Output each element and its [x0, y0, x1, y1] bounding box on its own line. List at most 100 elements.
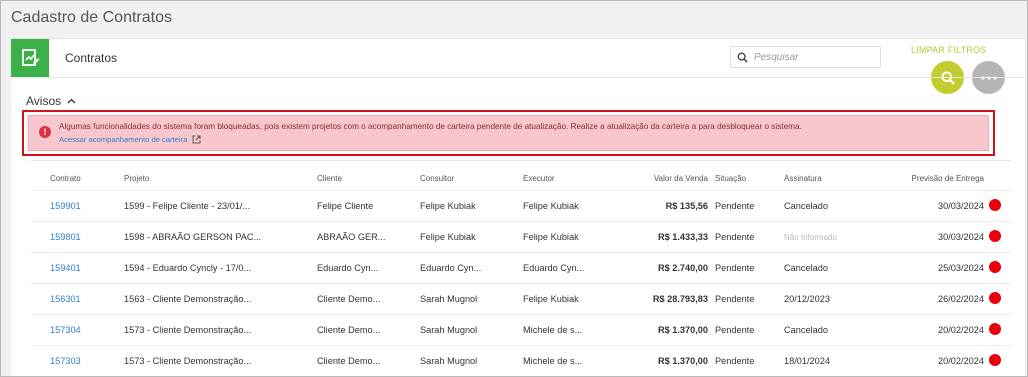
app-window: Cadastro de Contratos Contratos LIMPAR F… — [0, 0, 1028, 377]
row-divider — [31, 190, 1011, 191]
client-cell: Cliente Demo... — [317, 356, 381, 366]
consultant-cell: Sarah Mugnol — [420, 294, 478, 304]
executor-cell: Felipe Kubiak — [523, 232, 579, 242]
delivery-date-cell: 20/02/2024 — [938, 356, 984, 366]
alert-box: ! Algumas funcionalidades do sistema for… — [28, 115, 989, 151]
contract-link[interactable]: 159901 — [50, 201, 81, 211]
status-indicator — [989, 292, 1001, 304]
status-cell: Pendente — [715, 356, 755, 366]
executor-cell: Michele de s... — [523, 356, 583, 366]
project-cell: 1573 - Cliente Demonstração... — [124, 325, 252, 335]
signature-cell: 18/01/2024 — [784, 356, 830, 366]
table-row[interactable]: 157303 1573 - Cliente Demonstração... Cl… — [11, 345, 1025, 376]
col-executor[interactable]: Executor — [523, 174, 555, 183]
executor-cell: Felipe Kubiak — [523, 201, 579, 211]
contract-link[interactable]: 159401 — [50, 263, 81, 273]
executor-cell: Eduardo Cyn... — [523, 263, 585, 273]
alerts-title: Avisos — [26, 94, 62, 108]
consultant-cell: Felipe Kubiak — [420, 201, 476, 211]
value-cell: R$ 1.370,00 — [657, 356, 708, 366]
project-cell: 1573 - Cliente Demonstração... — [124, 356, 252, 366]
value-cell: R$ 28.793,83 — [652, 294, 708, 304]
col-cliente[interactable]: Cliente — [317, 174, 342, 183]
signature-cell: Cancelado — [784, 325, 828, 335]
row-divider — [31, 314, 1011, 315]
alert-link[interactable]: Acessar acompanhamento de carteira — [59, 135, 201, 144]
alert-message: Algumas funcionalidades do sistema foram… — [59, 122, 802, 131]
executor-cell: Michele de s... — [523, 325, 583, 335]
signature-cell: Não Informado — [784, 233, 837, 242]
status-cell: Pendente — [715, 294, 755, 304]
status-cell: Pendente — [715, 201, 755, 211]
alerts-toggle[interactable]: Avisos — [26, 94, 76, 108]
col-assinatura[interactable]: Assinatura — [784, 174, 822, 183]
project-cell: 1599 - Felipe Cliente - 23/01/... — [124, 201, 251, 211]
delivery-date-cell: 26/02/2024 — [938, 294, 984, 304]
alert-icon: ! — [39, 126, 51, 138]
status-cell: Pendente — [715, 325, 755, 335]
col-previsao[interactable]: Previsão de Entrega — [904, 174, 985, 183]
delivery-date-cell: 25/03/2024 — [938, 263, 984, 273]
value-cell: R$ 1.433,33 — [657, 232, 708, 242]
table-divider — [31, 160, 1011, 161]
alert-link-label: Acessar acompanhamento de carteira — [59, 135, 188, 144]
table-row[interactable]: 159401 1594 - Eduardo Cyncly - 17/0... E… — [11, 252, 1025, 283]
col-situacao[interactable]: Situação — [715, 174, 746, 183]
row-divider — [31, 221, 1011, 222]
header-divider — [11, 77, 1025, 78]
col-consultor[interactable]: Consultor — [420, 174, 454, 183]
delivery-date-cell: 20/02/2024 — [938, 325, 984, 335]
contract-link[interactable]: 156301 — [50, 294, 81, 304]
status-indicator — [989, 323, 1001, 335]
col-projeto[interactable]: Projeto — [124, 174, 149, 183]
value-cell: R$ 135,56 — [665, 201, 708, 211]
signature-cell: Cancelado — [784, 263, 828, 273]
page-title: Cadastro de Contratos — [11, 9, 172, 26]
col-contrato[interactable]: Contrato — [50, 174, 81, 183]
consultant-cell: Sarah Mugnol — [420, 356, 478, 366]
table-row[interactable]: 157304 1573 - Cliente Demonstração... Cl… — [11, 314, 1025, 345]
contract-link[interactable]: 159801 — [50, 232, 81, 242]
consultant-cell: Sarah Mugnol — [420, 325, 478, 335]
chevron-up-icon — [67, 98, 76, 104]
delivery-date-cell: 30/03/2024 — [938, 232, 984, 242]
table-row[interactable]: 159901 1599 - Felipe Cliente - 23/01/...… — [11, 190, 1025, 221]
project-cell: 1594 - Eduardo Cyncly - 17/0... — [124, 263, 252, 273]
status-cell: Pendente — [715, 232, 755, 242]
col-valor[interactable]: Valor da Venda — [638, 174, 708, 183]
contract-edit-icon[interactable] — [11, 39, 49, 77]
client-cell: Felipe Cliente — [317, 201, 374, 211]
clear-filters-link[interactable]: LIMPAR FILTROS — [911, 45, 986, 55]
consultant-cell: Felipe Kubiak — [420, 232, 476, 242]
signature-cell: 20/12/2023 — [784, 294, 830, 304]
contract-link[interactable]: 157304 — [50, 325, 81, 335]
value-cell: R$ 2.740,00 — [657, 263, 708, 273]
client-cell: Cliente Demo... — [317, 294, 381, 304]
search-box[interactable] — [730, 46, 881, 68]
value-cell: R$ 1.370,00 — [657, 325, 708, 335]
row-divider — [31, 345, 1011, 346]
status-indicator — [989, 261, 1001, 273]
consultant-cell: Eduardo Cyn... — [420, 263, 482, 273]
search-input[interactable] — [754, 51, 874, 63]
alert-highlight: ! Algumas funcionalidades do sistema for… — [22, 110, 995, 156]
signature-cell: Cancelado — [784, 201, 828, 211]
client-cell: Eduardo Cyn... — [317, 263, 379, 273]
row-divider — [31, 252, 1011, 253]
module-title: Contratos — [65, 51, 118, 65]
executor-cell: Felipe Kubiak — [523, 294, 579, 304]
table-row[interactable]: 156301 1563 - Cliente Demonstração... Cl… — [11, 283, 1025, 314]
delivery-date-cell: 30/03/2024 — [938, 201, 984, 211]
client-cell: ABRAÃO GER... — [317, 232, 386, 242]
external-link-icon — [192, 135, 201, 144]
table-row[interactable]: 159801 1598 - ABRAÃO GERSON PAC... ABRAÃ… — [11, 221, 1025, 252]
status-indicator — [989, 354, 1001, 366]
contracts-panel: Contratos LIMPAR FILTROS Avisos — [11, 38, 1025, 376]
table-header: Contrato Projeto Cliente Consultor Execu… — [11, 174, 1025, 188]
search-icon — [737, 52, 748, 63]
project-cell: 1598 - ABRAÃO GERSON PAC... — [124, 232, 262, 242]
status-cell: Pendente — [715, 263, 755, 273]
client-cell: Cliente Demo... — [317, 325, 381, 335]
row-divider — [31, 283, 1011, 284]
contract-link[interactable]: 157303 — [50, 356, 81, 366]
